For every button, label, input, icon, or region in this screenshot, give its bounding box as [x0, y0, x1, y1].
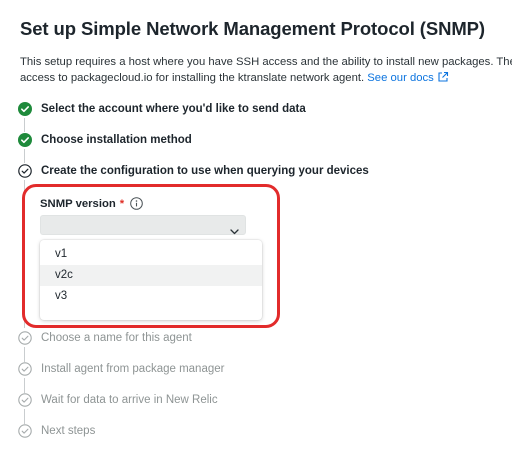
step-label: Next steps: [41, 425, 96, 437]
step-label: Choose installation method: [41, 134, 192, 146]
step-label: Create the configuration to use when que…: [41, 165, 369, 177]
check-outline-icon: [18, 424, 32, 438]
snmp-version-select[interactable]: [40, 215, 246, 235]
step-installation-method[interactable]: Choose installation method: [18, 130, 192, 150]
option-v1[interactable]: v1: [40, 244, 262, 265]
check-outline-icon: [18, 164, 32, 178]
step-label: Choose a name for this agent: [41, 332, 192, 344]
check-outline-icon: [18, 362, 32, 376]
step-wait-for-data[interactable]: Wait for data to arrive in New Relic: [18, 390, 218, 410]
check-outline-icon: [18, 393, 32, 407]
step-next-steps[interactable]: Next steps: [18, 421, 95, 441]
step-connector: [24, 180, 25, 328]
description-line-2: access to packagecloud.io for installing…: [20, 70, 512, 88]
external-link-icon: [437, 71, 449, 88]
check-circle-icon: [18, 102, 32, 116]
option-v3[interactable]: v3: [40, 286, 262, 307]
step-label: Wait for data to arrive in New Relic: [41, 394, 218, 406]
snmp-version-dropdown: v1 v2c v3: [40, 240, 262, 320]
description-line-1: This setup requires a host where you hav…: [20, 56, 512, 68]
info-icon[interactable]: [130, 197, 143, 210]
snmp-version-label-text: SNMP version: [40, 197, 116, 210]
step-install-agent[interactable]: Install agent from package manager: [18, 359, 224, 379]
check-circle-icon: [18, 133, 32, 147]
step-label: Select the account where you'd like to s…: [41, 103, 306, 115]
snmp-setup-page: Set up Simple Network Management Protoco…: [0, 0, 512, 460]
page-title: Set up Simple Network Management Protoco…: [20, 18, 485, 39]
setup-description: This setup requires a host where you hav…: [20, 54, 512, 88]
snmp-version-label: SNMP version *: [40, 197, 143, 210]
step-label: Install agent from package manager: [41, 363, 225, 375]
required-marker: *: [119, 197, 125, 210]
see-our-docs-link[interactable]: See our docs: [367, 71, 449, 84]
step-select-account[interactable]: Select the account where you'd like to s…: [18, 99, 306, 119]
description-line-2-text: access to packagecloud.io for installing…: [20, 72, 368, 84]
step-choose-name[interactable]: Choose a name for this agent: [18, 328, 192, 348]
step-create-configuration[interactable]: Create the configuration to use when que…: [18, 161, 369, 181]
option-v2c[interactable]: v2c: [40, 265, 262, 286]
docs-link-label: See our docs: [367, 72, 434, 84]
check-outline-icon: [18, 331, 32, 345]
chevron-down-icon: [230, 222, 239, 240]
